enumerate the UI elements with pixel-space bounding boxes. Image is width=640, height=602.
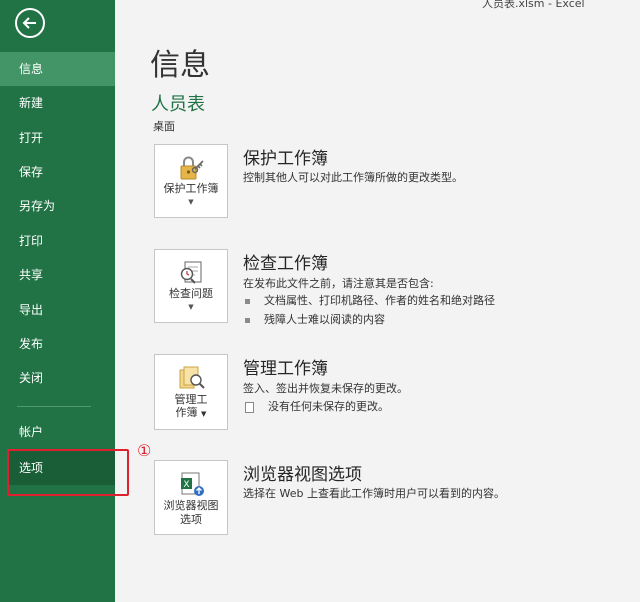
bullet-icon (245, 317, 250, 323)
highlight-box (7, 449, 129, 496)
manage-workbook-button-label-2: 作簿 ▼ (175, 406, 207, 419)
unsaved-changes-note: 没有任何未保存的更改。 (245, 398, 389, 414)
inspect-bullet: 残障人士难以阅读的内容 (245, 311, 385, 327)
manage-versions-icon (179, 366, 205, 389)
protect-workbook-desc: 控制其他人可以对此工作簿所做的更改类型。 (243, 171, 463, 184)
nav-separator (17, 406, 91, 407)
inspect-document-icon (180, 261, 202, 284)
manage-workbook-button-label-1: 管理工 (174, 393, 208, 406)
protect-workbook-button[interactable]: 保护工作簿 ▼ (154, 144, 228, 218)
nav-item-account[interactable]: 帐户 (0, 415, 115, 449)
dropdown-caret-icon: ▼ (188, 198, 194, 206)
excel-web-icon: X (181, 472, 204, 496)
dropdown-caret-icon: ▼ (188, 303, 194, 311)
manage-workbook-title: 管理工作簿 (243, 359, 328, 379)
nav-item-save-as[interactable]: 另存为 (0, 189, 115, 223)
nav-item-close[interactable]: 关闭 (0, 361, 115, 395)
browser-view-button-label-1: 浏览器视图 (163, 499, 219, 512)
inspect-workbook-desc: 在发布此文件之前，请注意其是否包含: (243, 277, 434, 290)
page-title: 信息 (150, 48, 210, 83)
nav-item-share[interactable]: 共享 (0, 258, 115, 292)
nav-item-new[interactable]: 新建 (0, 86, 115, 120)
inspect-bullet: 文档属性、打印机路径、作者的姓名和绝对路径 (245, 292, 495, 308)
check-issues-button-label: 检查问题 (169, 287, 213, 300)
nav-item-open[interactable]: 打开 (0, 121, 115, 155)
nav-item-info[interactable]: 信息 (0, 52, 115, 86)
window-title: 人员表.xlsm - Excel (482, 0, 585, 10)
protect-workbook-title: 保护工作簿 (243, 149, 328, 169)
manage-workbook-button[interactable]: 管理工 作簿 ▼ (154, 354, 228, 430)
browser-view-options-button[interactable]: X 浏览器视图 选项 (154, 460, 228, 535)
nav-item-print[interactable]: 打印 (0, 224, 115, 258)
manage-workbook-desc: 签入、签出并恢复未保存的更改。 (243, 382, 408, 395)
document-icon (245, 401, 254, 413)
inspect-workbook-title: 检查工作簿 (243, 254, 328, 274)
bullet-icon (245, 298, 250, 304)
browser-view-button-label-2: 选项 (180, 513, 202, 526)
lock-key-icon (180, 156, 204, 180)
check-issues-button[interactable]: 检查问题 ▼ (154, 249, 228, 323)
nav-item-export[interactable]: 导出 (0, 293, 115, 327)
browser-view-title: 浏览器视图选项 (243, 465, 362, 485)
file-name: 人员表 (151, 94, 205, 115)
back-arrow-icon[interactable] (15, 8, 45, 38)
browser-view-desc: 选择在 Web 上查看此工作簿时用户可以看到的内容。 (243, 487, 505, 500)
protect-workbook-button-label: 保护工作簿 (163, 182, 219, 195)
nav-item-save[interactable]: 保存 (0, 155, 115, 189)
nav-item-publish[interactable]: 发布 (0, 327, 115, 361)
file-path[interactable]: 桌面 (153, 118, 175, 134)
backstage-sidebar: 信息 新建 打开 保存 另存为 打印 共享 导出 发布 关闭 帐户 选项 (0, 0, 115, 602)
svg-text:X: X (183, 480, 189, 490)
dropdown-caret-icon: ▼ (201, 410, 207, 418)
annotation-marker: ① (137, 441, 152, 460)
